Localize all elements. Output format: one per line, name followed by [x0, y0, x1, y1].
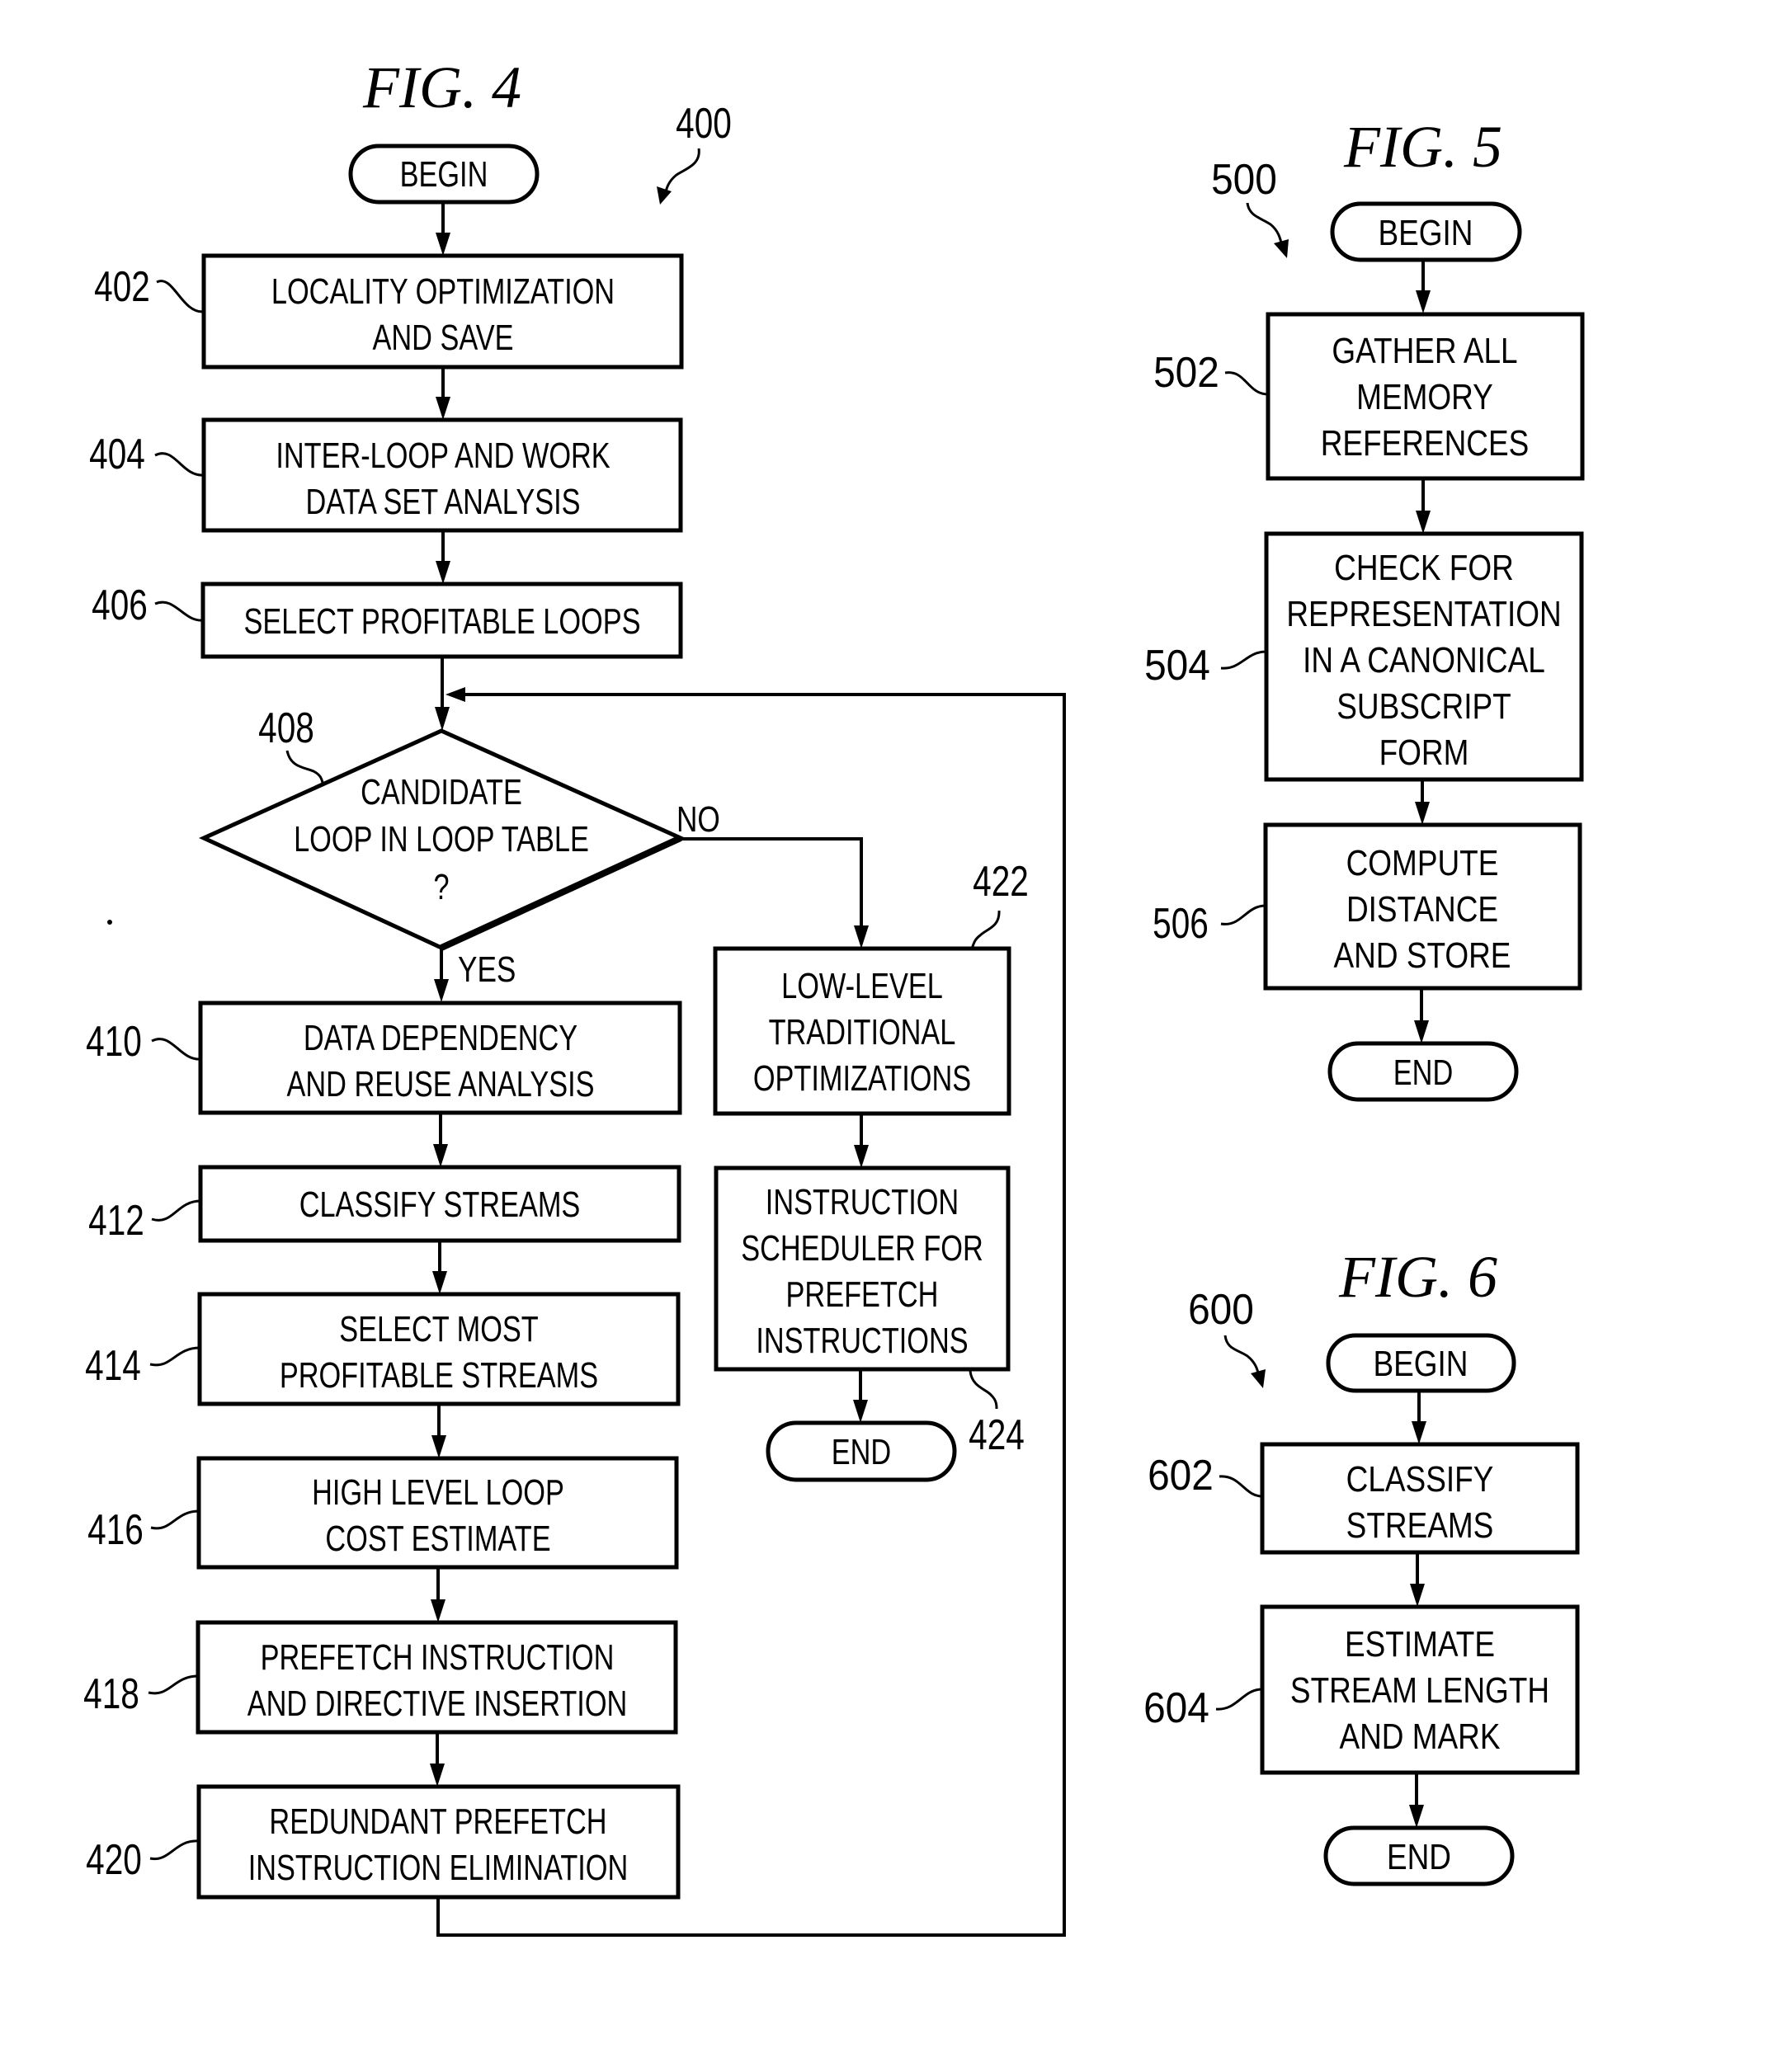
- step-label-line: INSTRUCTION ELIMINATION: [248, 1848, 629, 1888]
- step-reference-number: 424: [969, 1410, 1025, 1458]
- fig6-end-label: END: [1387, 1836, 1451, 1877]
- step-label-line: CLASSIFY STREAMS: [299, 1184, 581, 1225]
- step-label-line: SELECT MOST: [339, 1309, 538, 1349]
- fig4-begin-label: BEGIN: [400, 154, 488, 195]
- step-reference-number: 602: [1148, 1451, 1214, 1499]
- fig6-end-terminal: END: [1323, 1825, 1515, 1886]
- step-label-line: INSTRUCTIONS: [756, 1321, 968, 1361]
- scan-speck: [107, 920, 112, 925]
- step-label-line: AND STORE: [1334, 935, 1511, 976]
- decision-label-line: CANDIDATE: [361, 772, 522, 812]
- fig4-title: FIG. 4: [362, 54, 521, 120]
- decision-reference-number: 408: [258, 704, 314, 751]
- fig6-reference-number: 600: [1188, 1285, 1254, 1333]
- step-label-line: DATA SET ANALYSIS: [306, 482, 581, 522]
- step-label-line: PREFETCH: [786, 1274, 939, 1315]
- step-reference-number: 422: [973, 857, 1029, 905]
- fig5-title: FIG. 5: [1343, 114, 1502, 180]
- decision-yes-label: YES: [458, 949, 516, 990]
- step-reference-number: 412: [88, 1196, 144, 1244]
- step-label-line: OPTIMIZATIONS: [753, 1058, 971, 1099]
- decision-label-line: LOOP IN LOOP TABLE: [294, 819, 589, 859]
- step-label-line: MEMORY: [1356, 376, 1493, 417]
- step-reference-number: 502: [1153, 348, 1219, 396]
- step-label-line: INSTRUCTION: [766, 1182, 959, 1222]
- step-label-line: PROFITABLE STREAMS: [280, 1355, 598, 1396]
- step-label-line: TRADITIONAL: [769, 1012, 956, 1052]
- step-label-line: AND REUSE ANALYSIS: [286, 1064, 594, 1104]
- step-label-line: PREFETCH INSTRUCTION: [261, 1637, 615, 1678]
- step-label-line: CHECK FOR: [1334, 547, 1514, 588]
- step-reference-number: 420: [86, 1835, 142, 1883]
- fig4-end-label: END: [832, 1432, 891, 1472]
- step-label-line: INTER-LOOP AND WORK: [276, 436, 610, 476]
- fig6-begin-label: BEGIN: [1374, 1343, 1468, 1384]
- step-label-line: CLASSIFY: [1346, 1458, 1494, 1500]
- step-reference-number: 416: [87, 1505, 144, 1553]
- step-reference-number: 604: [1143, 1684, 1209, 1731]
- step-label-line: HIGH LEVEL LOOP: [312, 1472, 564, 1513]
- fig5-end-terminal: END: [1327, 1041, 1519, 1102]
- step-label-line: SUBSCRIPT: [1336, 685, 1511, 727]
- step-reference-number: 410: [86, 1017, 142, 1065]
- fig6-title: FIG. 6: [1338, 1244, 1497, 1310]
- fig5-end-label: END: [1393, 1052, 1453, 1093]
- step-reference-number: 404: [89, 430, 145, 478]
- step-label-line: COST ESTIMATE: [325, 1519, 550, 1559]
- fig4-reference-number: 400: [676, 99, 732, 147]
- step-label-line: FORM: [1379, 732, 1469, 773]
- step-label-line: REFERENCES: [1321, 422, 1530, 464]
- step-reference-number: 414: [85, 1341, 141, 1389]
- step-label-line: STREAMS: [1346, 1505, 1494, 1546]
- fig6-begin-terminal: BEGIN: [1326, 1333, 1516, 1393]
- step-label-line: REDUNDANT PREFETCH: [269, 1801, 606, 1842]
- decision-no-label: NO: [676, 799, 720, 840]
- patent-drawing-sheet: FIG. 4 400 BEGIN LOCALITY OPTIMIZATION A…: [0, 0, 1782, 2072]
- step-label-line: COMPUTE: [1346, 842, 1499, 883]
- fig5-reference-number: 500: [1211, 155, 1277, 203]
- step-label-line: DATA DEPENDENCY: [304, 1018, 578, 1058]
- step-label-line: SELECT PROFITABLE LOOPS: [243, 601, 640, 642]
- fig5-begin-terminal: BEGIN: [1330, 201, 1522, 262]
- step-label-line: GATHER ALL: [1332, 330, 1517, 371]
- step-label-line: ESTIMATE: [1345, 1623, 1495, 1665]
- step-label-line: STREAM LENGTH: [1290, 1669, 1549, 1711]
- step-reference-number: 506: [1153, 899, 1209, 947]
- step-label-line: LOW-LEVEL: [781, 966, 943, 1006]
- step-reference-number: 418: [83, 1669, 139, 1717]
- step-label-line: SCHEDULER FOR: [741, 1228, 983, 1269]
- step-label-line: REPRESENTATION: [1286, 593, 1561, 634]
- step-label-line: DISTANCE: [1346, 888, 1498, 930]
- fig4-end-terminal: END: [766, 1420, 957, 1482]
- step-label-line: AND DIRECTIVE INSERTION: [248, 1684, 628, 1724]
- step-reference-number: 504: [1144, 641, 1210, 689]
- decision-label-line: ?: [433, 867, 449, 907]
- step-reference-number: 402: [94, 262, 150, 310]
- step-label-line: IN A CANONICAL: [1303, 639, 1545, 680]
- step-label-line: AND MARK: [1339, 1716, 1500, 1757]
- fig4-begin-terminal: BEGIN: [348, 144, 540, 205]
- step-label-line: LOCALITY OPTIMIZATION: [271, 271, 615, 312]
- step-reference-number: 406: [92, 581, 148, 629]
- step-label-line: AND SAVE: [373, 318, 514, 358]
- fig5-begin-label: BEGIN: [1379, 212, 1473, 253]
